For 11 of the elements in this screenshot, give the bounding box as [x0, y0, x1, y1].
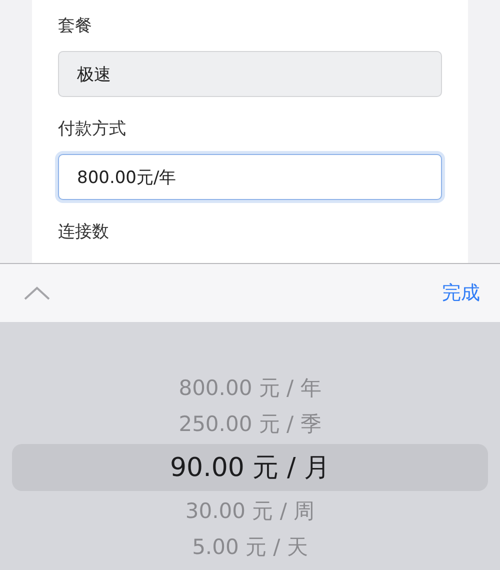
field-label: 套餐	[58, 15, 93, 37]
picker-option[interactable]: 800.00 元 / 年	[178, 372, 322, 404]
done-button[interactable]: 完成	[442, 280, 480, 306]
field-label: 付款方式	[58, 118, 127, 140]
picker-option[interactable]: 5.00 元 / 天	[192, 531, 308, 563]
chevron-up-icon[interactable]	[24, 286, 50, 300]
picker-option[interactable]: 250.00 元 / 季	[178, 408, 322, 440]
picker-option[interactable]: 90.00 元 / 月	[12, 444, 488, 491]
picker-option[interactable]: 30.00 元 / 周	[185, 495, 315, 527]
field-label: 连接数	[58, 221, 110, 243]
input-field[interactable]: 800.00元/年	[58, 154, 442, 200]
